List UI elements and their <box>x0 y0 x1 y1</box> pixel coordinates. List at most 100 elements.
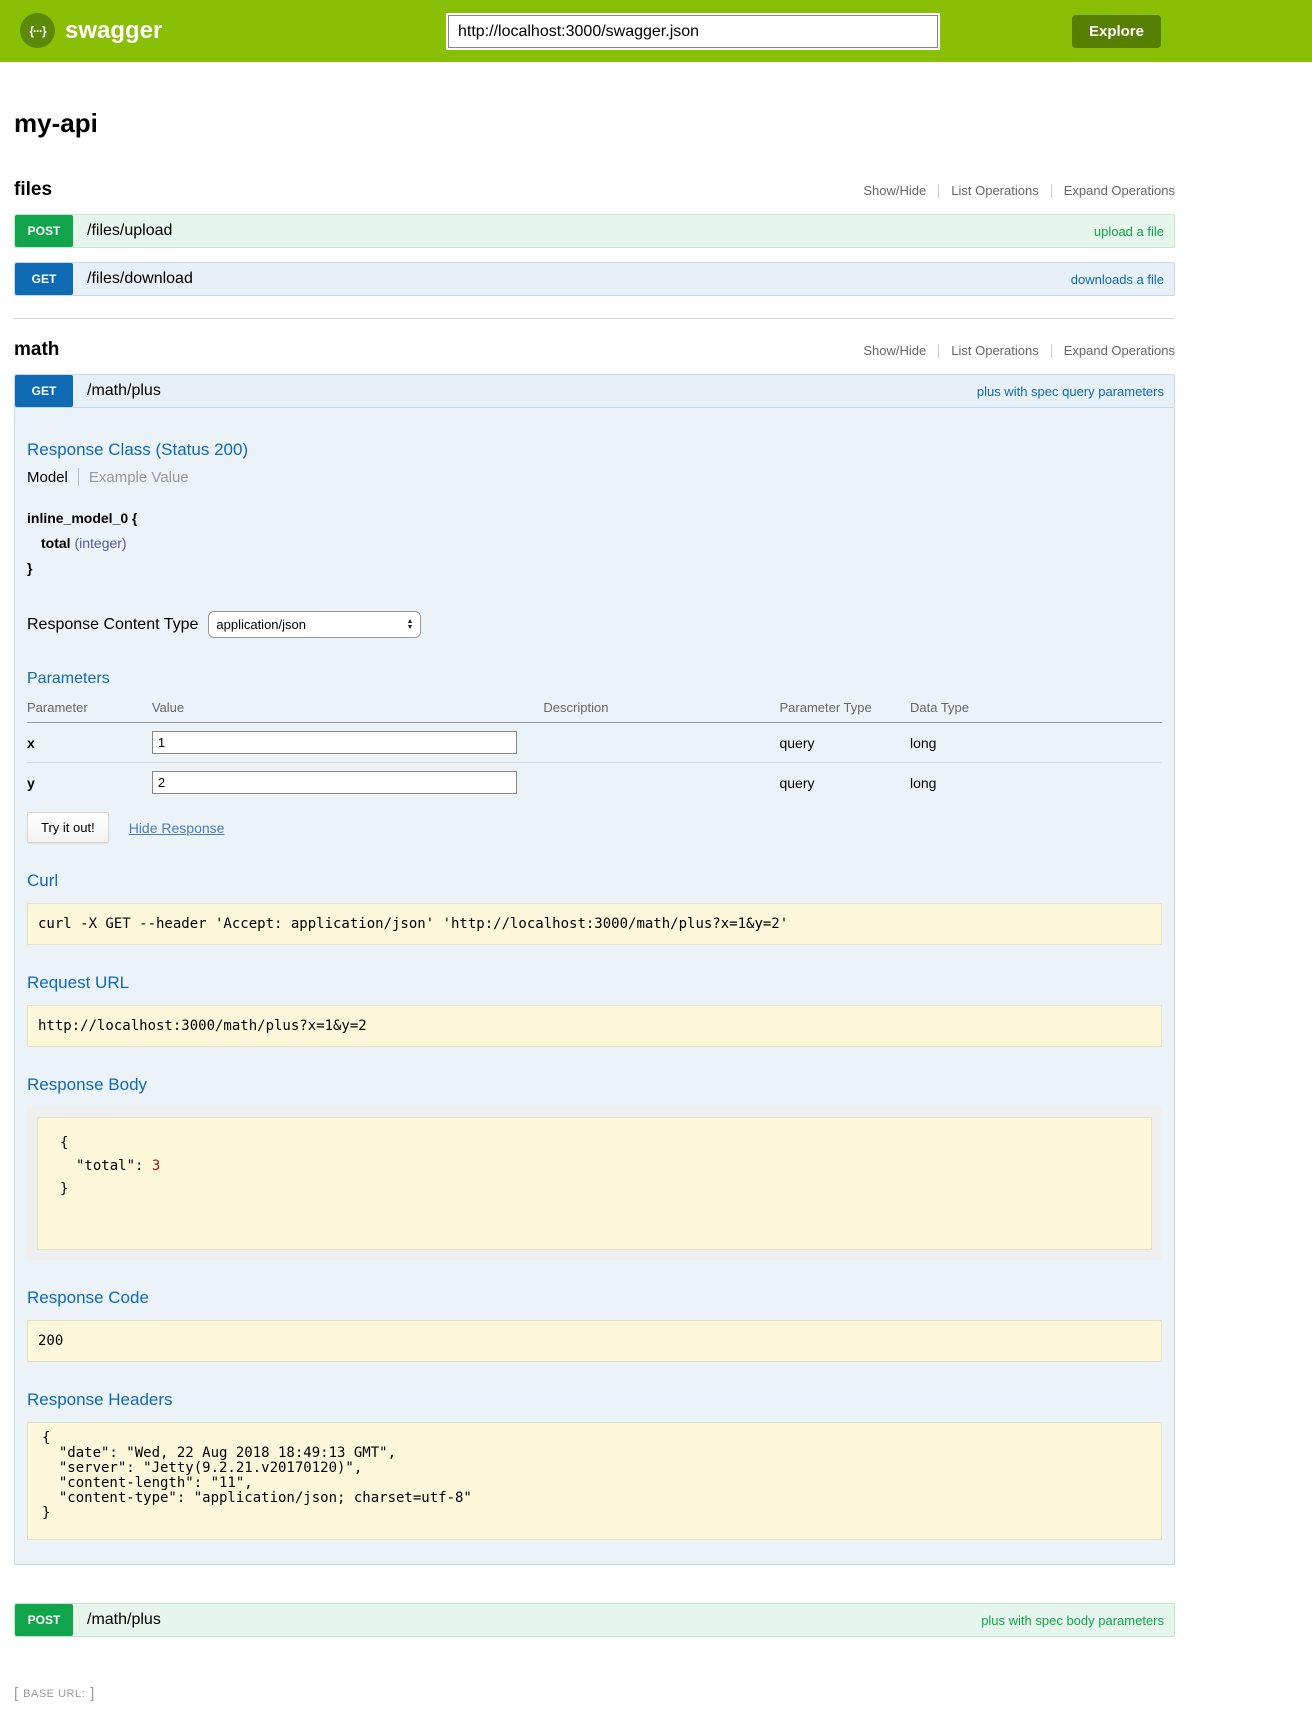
endpoint-row-files-download[interactable]: GET /files/download downloads a file <box>14 262 1175 296</box>
divider-bar <box>938 344 939 358</box>
col-parameter: Parameter <box>27 694 152 723</box>
response-content-type-row: Response Content Type application/json ▲… <box>27 611 1162 638</box>
math-show-hide-link[interactable]: Show/Hide <box>863 343 926 358</box>
math-section-title: math <box>14 339 59 361</box>
param-name: x <box>27 723 152 763</box>
select-arrows-icon: ▲▼ <box>406 619 413 631</box>
bracket-open: [ <box>14 1685 18 1702</box>
swagger-braces-icon: {···} <box>20 13 55 48</box>
post-method-badge[interactable]: POST <box>15 1604 73 1636</box>
content-wrap: my-api files Show/Hide List Operations E… <box>14 108 1175 1702</box>
endpoint-path[interactable]: /math/plus <box>87 1611 161 1629</box>
divider-bar <box>1051 344 1052 358</box>
curl-heading: Curl <box>27 871 1162 891</box>
endpoint-path[interactable]: /files/download <box>87 270 193 288</box>
model-open: inline_model_0 { <box>27 506 1162 531</box>
response-body-box: { "total": 3 } <box>37 1117 1152 1250</box>
endpoint-path[interactable]: /math/plus <box>87 382 161 400</box>
explore-button[interactable]: Explore <box>1072 15 1161 48</box>
property-name: total <box>41 535 71 551</box>
param-name: y <box>27 763 152 803</box>
endpoint-summary[interactable]: downloads a file <box>1071 272 1164 287</box>
json-total-line: "total": 3 <box>48 1155 1141 1178</box>
response-content-type-select[interactable]: application/json ▲▼ <box>208 611 421 638</box>
param-description <box>543 763 779 803</box>
files-section-controls: Show/Hide List Operations Expand Operati… <box>863 183 1175 198</box>
param-data-type: long <box>910 723 1162 763</box>
tab-example-value[interactable]: Example Value <box>89 469 189 486</box>
param-type: query <box>779 763 910 803</box>
swagger-logo[interactable]: {···} swagger <box>20 13 162 48</box>
files-show-hide-link[interactable]: Show/Hide <box>863 183 926 198</box>
model-signature: inline_model_0 { total (integer) } <box>27 506 1162 581</box>
response-headers-heading: Response Headers <box>27 1390 1162 1410</box>
endpoint-summary[interactable]: plus with spec query parameters <box>977 384 1164 399</box>
endpoint-row-math-plus-post[interactable]: POST /math/plus plus with spec body para… <box>14 1603 1175 1637</box>
endpoint-row-files-upload[interactable]: POST /files/upload upload a file <box>14 214 1175 248</box>
parameter-row-y: y query long <box>27 763 1162 803</box>
math-expand-operations-link[interactable]: Expand Operations <box>1064 343 1175 358</box>
math-list-operations-link[interactable]: List Operations <box>951 343 1038 358</box>
param-data-type: long <box>910 763 1162 803</box>
json-open-brace: { <box>48 1132 1141 1155</box>
response-content-type-label: Response Content Type <box>27 616 198 634</box>
response-body-container: { "total": 3 } <box>27 1107 1162 1260</box>
model-close: } <box>27 556 1162 581</box>
tab-separator <box>78 468 79 486</box>
col-data-type: Data Type <box>910 694 1162 723</box>
col-parameter-type: Parameter Type <box>779 694 910 723</box>
select-value: application/json <box>216 617 406 632</box>
curl-command-box: curl -X GET --header 'Accept: applicatio… <box>27 903 1162 945</box>
section-divider <box>14 318 1175 319</box>
files-expand-operations-link[interactable]: Expand Operations <box>1064 183 1175 198</box>
hide-response-link[interactable]: Hide Response <box>129 820 225 836</box>
post-method-badge[interactable]: POST <box>15 215 73 247</box>
endpoint-path[interactable]: /files/upload <box>87 222 172 240</box>
operation-expanded-content: Response Class (Status 200) Model Exampl… <box>14 408 1175 1565</box>
response-headers-box: { "date": "Wed, 22 Aug 2018 18:49:13 GMT… <box>27 1422 1162 1540</box>
request-url-heading: Request URL <box>27 973 1162 993</box>
endpoint-row-math-plus-get[interactable]: GET /math/plus plus with spec query para… <box>14 374 1175 408</box>
col-description: Description <box>543 694 779 723</box>
get-method-badge[interactable]: GET <box>15 375 73 407</box>
divider-bar <box>938 184 939 198</box>
divider-bar <box>1051 184 1052 198</box>
spec-url-input[interactable] <box>448 15 938 48</box>
files-section-header: files Show/Hide List Operations Expand O… <box>14 179 1175 201</box>
model-property: total (integer) <box>27 531 1162 556</box>
parameters-header-row: Parameter Value Description Parameter Ty… <box>27 694 1162 723</box>
param-y-value-input[interactable] <box>152 771 517 794</box>
try-it-out-row: Try it out! Hide Response <box>27 812 1162 843</box>
parameters-heading: Parameters <box>27 670 1162 688</box>
response-body-heading: Response Body <box>27 1075 1162 1095</box>
parameter-row-x: x query long <box>27 723 1162 763</box>
param-description <box>543 723 779 763</box>
json-close-brace: } <box>48 1178 1141 1201</box>
files-list-operations-link[interactable]: List Operations <box>951 183 1038 198</box>
base-url-label: BASE URL: <box>23 1688 85 1700</box>
request-url-box: http://localhost:3000/math/plus?x=1&y=2 <box>27 1005 1162 1047</box>
base-url-footer: [ BASE URL: ] <box>14 1685 1175 1702</box>
files-section-title: files <box>14 179 52 201</box>
endpoint-summary[interactable]: upload a file <box>1094 224 1164 239</box>
property-type: (integer) <box>74 535 126 551</box>
response-headers-json: { "date": "Wed, 22 Aug 2018 18:49:13 GMT… <box>42 1431 1151 1521</box>
try-it-out-button[interactable]: Try it out! <box>27 812 109 843</box>
bracket-close: ] <box>90 1685 94 1702</box>
col-value: Value <box>152 694 544 723</box>
response-code-heading: Response Code <box>27 1288 1162 1308</box>
param-x-value-input[interactable] <box>152 731 517 754</box>
response-class-heading: Response Class (Status 200) <box>27 440 1162 460</box>
endpoint-summary[interactable]: plus with spec body parameters <box>981 1613 1164 1628</box>
math-section-controls: Show/Hide List Operations Expand Operati… <box>863 343 1175 358</box>
model-tabs: Model Example Value <box>27 468 1162 486</box>
page-title: my-api <box>14 108 1175 139</box>
parameters-table: Parameter Value Description Parameter Ty… <box>27 694 1162 802</box>
response-code-box: 200 <box>27 1320 1162 1362</box>
app-header: {···} swagger Explore <box>0 0 1312 62</box>
swagger-logo-text: swagger <box>65 17 162 45</box>
get-method-badge[interactable]: GET <box>15 263 73 295</box>
param-type: query <box>779 723 910 763</box>
math-section-header: math Show/Hide List Operations Expand Op… <box>14 339 1175 361</box>
tab-model[interactable]: Model <box>27 469 68 486</box>
